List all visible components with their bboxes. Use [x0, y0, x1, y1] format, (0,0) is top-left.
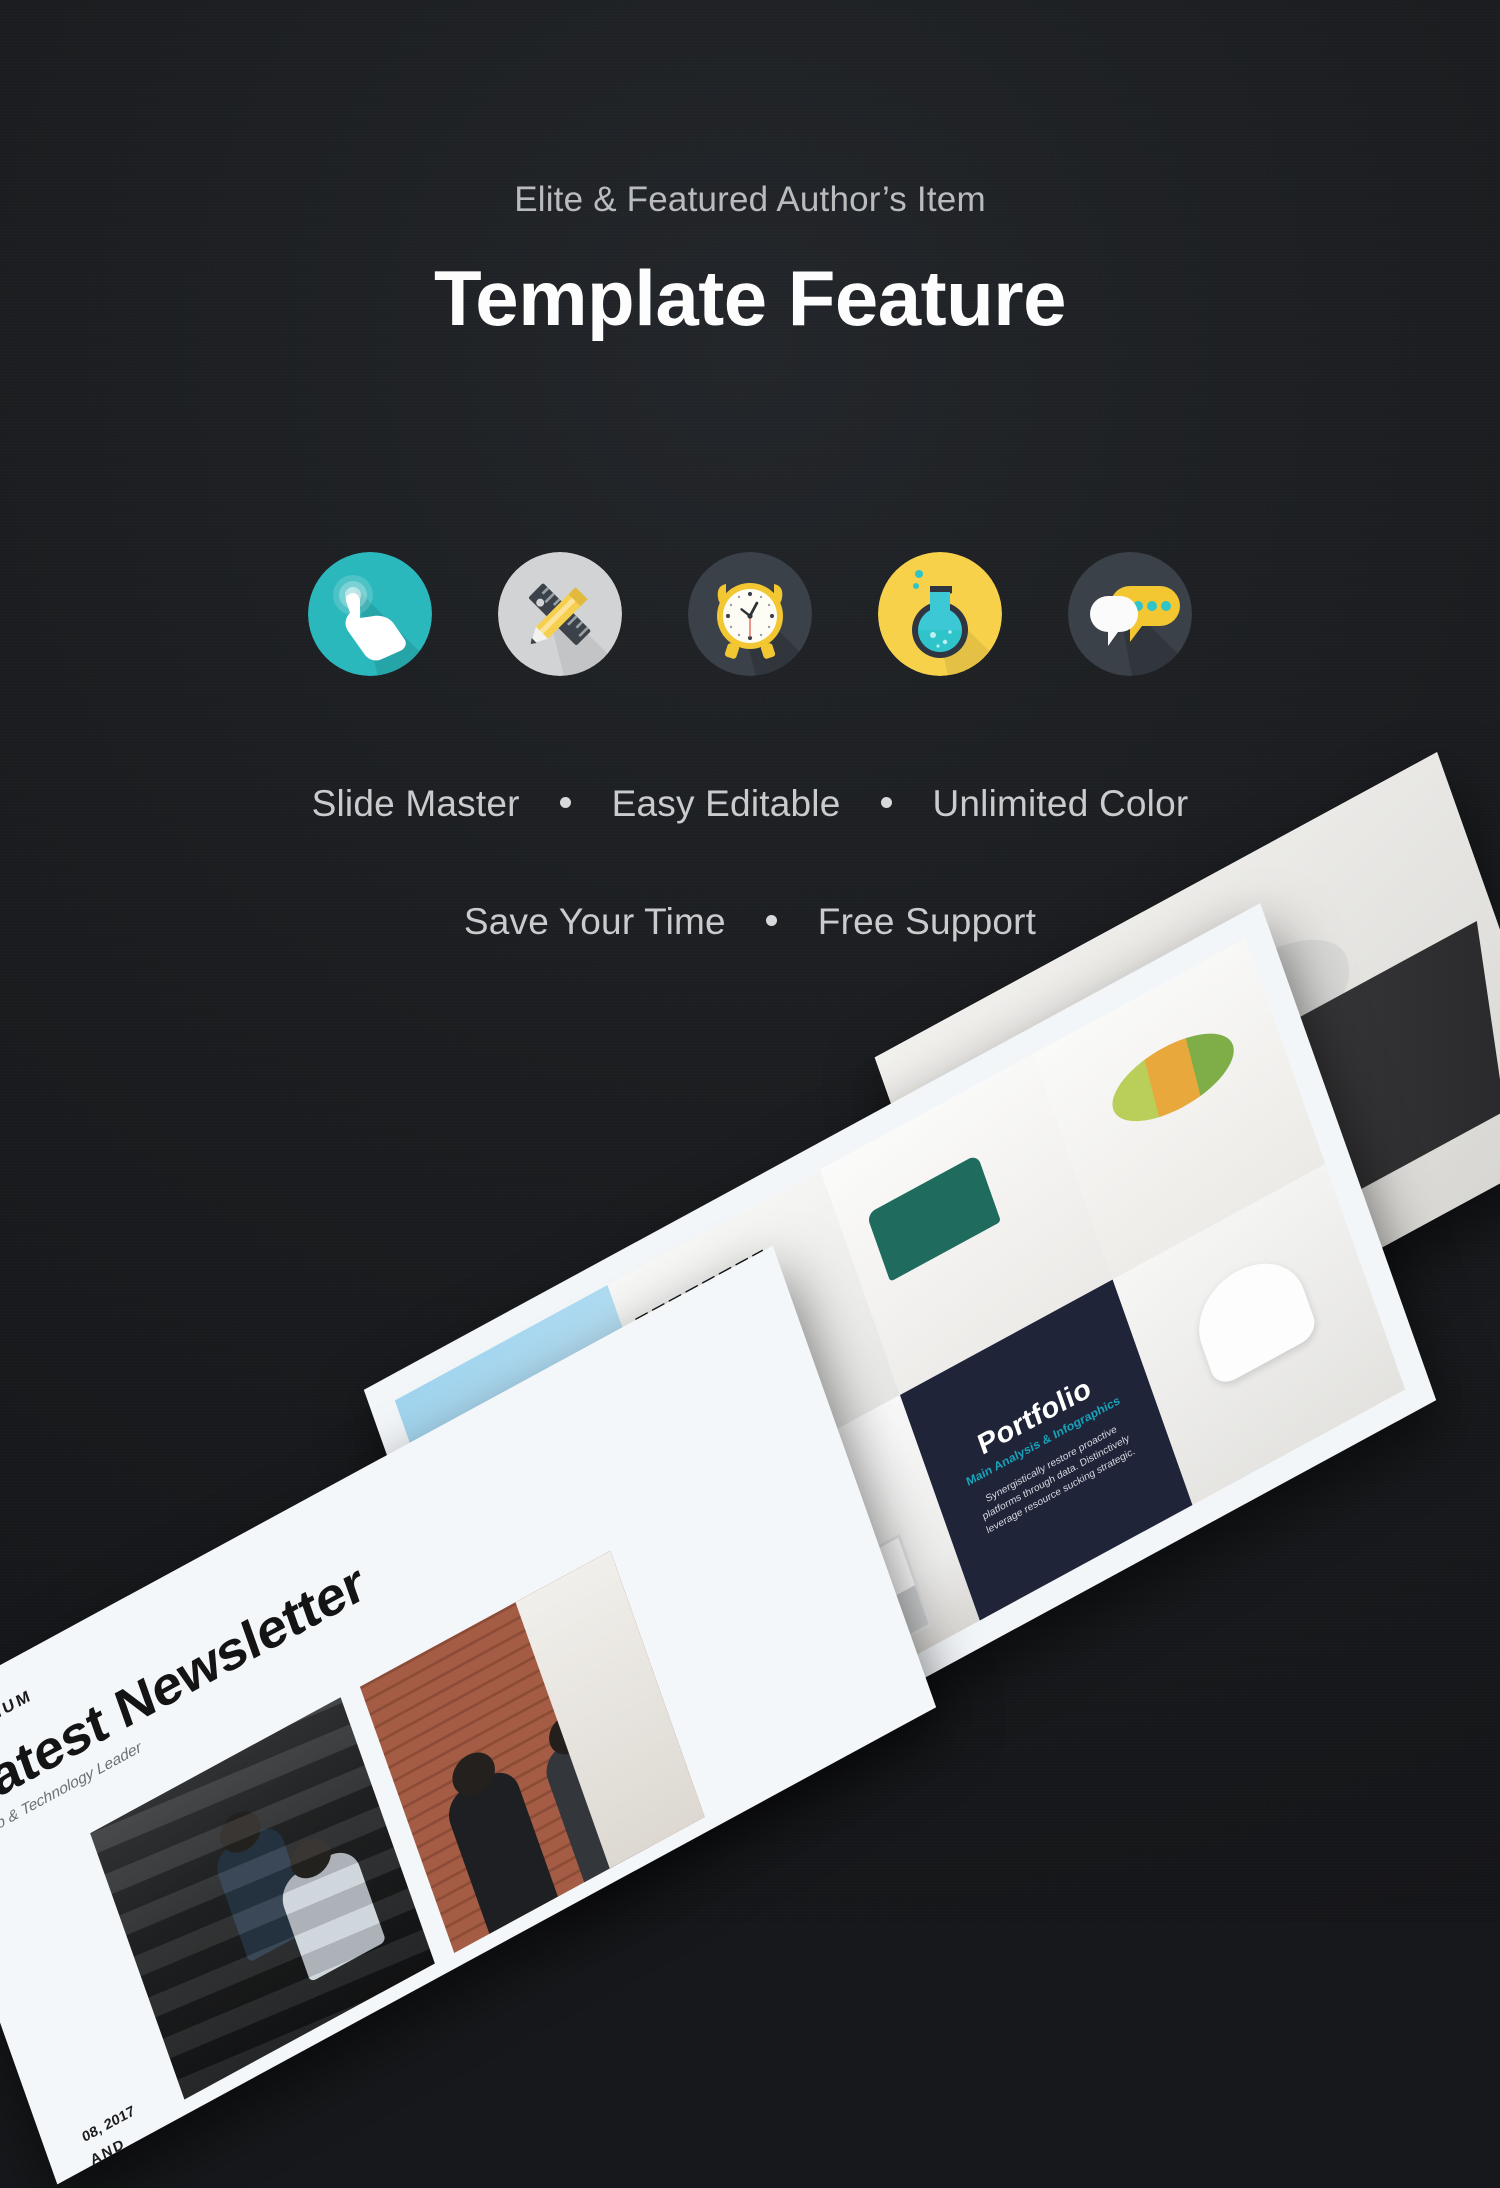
people-on-stairs-photo[interactable] [90, 1697, 435, 2100]
feature-unlimited-color: Unlimited Color [932, 783, 1189, 824]
feature-slide-master: Slide Master [311, 783, 520, 824]
slide-stage: Elite & Featured Author’s Item Template … [0, 0, 1500, 2185]
eyebrow-text: Elite & Featured Author’s Item [514, 180, 986, 219]
feature-free-support: Free Support [817, 901, 1037, 942]
touch-click-icon[interactable] [308, 552, 432, 676]
feature-easy-editable: Easy Editable [611, 783, 841, 824]
feature-save-your-time: Save Your Time [463, 901, 726, 942]
bullet-separator-icon [560, 797, 572, 809]
feature-icon-row [0, 552, 1500, 676]
pencil-ruler-icon[interactable] [498, 552, 622, 676]
people-by-brick-wall-photo[interactable] [359, 1550, 705, 1953]
flask-icon[interactable] [878, 552, 1002, 676]
newsletter-photo-row [90, 1550, 705, 2100]
newsletter-date: 08, 2017 [80, 2102, 137, 2146]
feature-line-1: Slide Master Easy Editable Unlimited Col… [0, 783, 1500, 825]
alarm-clock-icon[interactable] [688, 552, 812, 676]
page-title: Template Feature [433, 254, 1067, 342]
bullet-separator-icon [880, 797, 892, 809]
bullet-separator-icon [766, 915, 778, 927]
chat-bubbles-icon[interactable] [1068, 552, 1192, 676]
